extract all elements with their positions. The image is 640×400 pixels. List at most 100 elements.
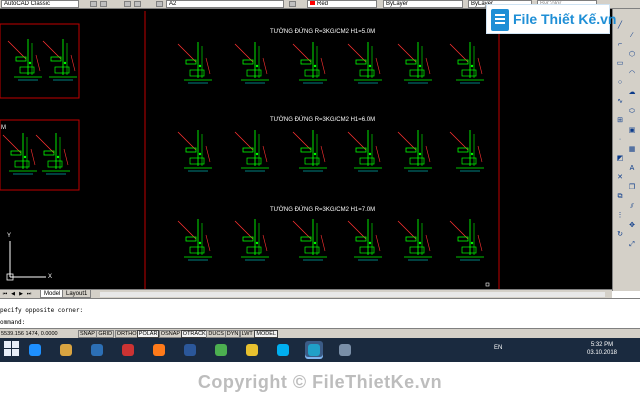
hatch-icon[interactable]: ▦ xyxy=(627,145,637,154)
wall-detail-r3-c3 xyxy=(292,219,327,261)
thumbnail-detail-4 xyxy=(35,133,70,175)
layer-freeze-icon[interactable] xyxy=(134,1,141,7)
point-icon[interactable]: · xyxy=(615,135,625,144)
wall-detail-r2-c4 xyxy=(347,130,382,172)
mirror-icon[interactable]: ⧉ xyxy=(615,192,625,201)
layer-state-icon[interactable] xyxy=(124,1,131,7)
rotate-icon[interactable]: ↻ xyxy=(615,230,625,239)
tab-layout1[interactable]: Layout1 xyxy=(62,290,92,298)
language-indicator[interactable]: EN xyxy=(494,345,502,351)
notepad-icon[interactable] xyxy=(88,341,106,359)
firefox-icon-glyph xyxy=(153,344,165,356)
tab-model[interactable]: Model xyxy=(40,290,65,298)
wall-detail-r2-c3 xyxy=(292,130,327,172)
command-prompt[interactable]: ommand: xyxy=(0,319,25,326)
command-window[interactable]: pecify opposite corner: ommand: xyxy=(0,298,640,328)
chrome-icon[interactable] xyxy=(243,341,261,359)
polygon-icon[interactable]: ⬡ xyxy=(627,50,637,59)
prev-tab-icon[interactable]: ◀ xyxy=(10,291,16,297)
rectangle-icon[interactable]: ▭ xyxy=(615,59,625,68)
make-block-icon[interactable]: ▣ xyxy=(627,126,637,135)
linetype-dropdown[interactable]: ByLayer xyxy=(383,0,463,8)
status-toggle-lwt[interactable]: LWT xyxy=(239,330,255,338)
offset-icon[interactable]: ⫽ xyxy=(627,202,637,211)
wall-detail-r1-c6 xyxy=(449,42,484,84)
thumbnail-detail-2 xyxy=(42,39,77,81)
unikey-icon[interactable] xyxy=(336,341,354,359)
clock-date: 03.10.2018 xyxy=(586,350,618,356)
firefox-icon[interactable] xyxy=(150,341,168,359)
chrome-icon-glyph xyxy=(246,344,258,356)
status-toggle-ortho[interactable]: ORTHO xyxy=(114,330,139,338)
draw-modify-toolbar: ╱ ∕ ⌐ ⬡ ▭ ◠ ○ ☁ ∿ ⬭ ⊞ ▣ · ▦ ◩ A ✕ ❐ ⧉ ⫽ ⋮ ✥ ↻ ⤢ xyxy=(612,9,640,291)
autocad-icon[interactable] xyxy=(305,341,323,359)
model-space-canvas[interactable]: TƯỜNG ĐỨNG R=3KG/CM2 H1=5.0M TƯỜNG ĐỨNG … xyxy=(0,9,612,289)
status-toggle-osnap[interactable]: OSNAP xyxy=(158,330,183,338)
wall-detail-r1-c2 xyxy=(234,42,269,84)
insert-block-icon[interactable]: ⊞ xyxy=(615,116,625,125)
taskbar-clock[interactable]: 5:32 PM 03.10.2018 xyxy=(586,341,618,357)
spline-icon[interactable]: ∿ xyxy=(615,97,625,106)
wall-detail-r3-c4 xyxy=(347,219,382,261)
make-current-icon[interactable] xyxy=(289,1,296,7)
crosshair-pickbox xyxy=(485,282,490,287)
start-button[interactable] xyxy=(4,341,20,357)
section-title-1: TƯỜNG ĐỨNG R=3KG/CM2 H1=5.0M xyxy=(270,29,376,35)
status-toggle-dyn[interactable]: DYN xyxy=(224,330,241,338)
polyline-icon[interactable]: ⌐ xyxy=(615,40,625,49)
horizontal-scrollbar[interactable] xyxy=(100,292,605,297)
array-icon[interactable]: ⋮ xyxy=(615,211,625,220)
ellipse-icon[interactable]: ⬭ xyxy=(627,107,637,116)
viewport-name-field[interactable]: A2 xyxy=(166,0,284,8)
multiline-text-icon[interactable]: A xyxy=(627,164,637,173)
internet-explorer-icon-glyph xyxy=(29,344,41,356)
circle-icon[interactable]: ○ xyxy=(615,78,625,87)
status-toggle-otrack[interactable]: OTRACK xyxy=(180,330,208,338)
line-icon[interactable]: ╱ xyxy=(615,21,625,30)
layer-lock-icon[interactable] xyxy=(156,1,163,7)
wall-detail-r3-c5 xyxy=(397,219,432,261)
workspace-settings-icon[interactable] xyxy=(90,1,97,7)
greenshot-icon[interactable] xyxy=(212,341,230,359)
copy-icon[interactable]: ❐ xyxy=(627,183,637,192)
wall-detail-r1-c5 xyxy=(397,42,432,84)
notepad-icon-glyph xyxy=(91,344,103,356)
workspace-dropdown[interactable]: AutoCAD Classic xyxy=(1,0,79,8)
autocad-icon-glyph xyxy=(308,344,320,356)
skype-icon[interactable] xyxy=(274,341,292,359)
wall-detail-r2-c2 xyxy=(234,130,269,172)
construction-line-icon[interactable]: ∕ xyxy=(627,31,637,40)
word-icon[interactable] xyxy=(181,341,199,359)
unikey-icon-glyph xyxy=(339,344,351,356)
side-label: M xyxy=(1,125,6,131)
copyright-text: Copyright © FileThietKe.vn xyxy=(197,372,443,392)
erase-icon[interactable]: ✕ xyxy=(615,173,625,182)
next-tab-icon[interactable]: ▶ xyxy=(18,291,24,297)
thumbnail-detail-3 xyxy=(2,133,37,175)
status-toggle-snap[interactable]: SNAP xyxy=(78,330,97,338)
status-toggle-ducs[interactable]: DUCS xyxy=(206,330,226,338)
status-toggle-model[interactable]: MODEL xyxy=(254,330,278,338)
skype-icon-glyph xyxy=(277,344,289,356)
layer-icon[interactable] xyxy=(100,1,107,7)
revision-cloud-icon[interactable]: ☁ xyxy=(627,88,637,97)
snagit-icon[interactable] xyxy=(119,341,137,359)
move-icon[interactable]: ✥ xyxy=(627,221,637,230)
status-toggle-grid[interactable]: GRID xyxy=(96,330,115,338)
scale-icon[interactable]: ⤢ xyxy=(627,240,637,249)
wall-detail-r3-c2 xyxy=(234,219,269,261)
color-dropdown[interactable]: Red xyxy=(307,0,377,8)
arc-icon[interactable]: ◠ xyxy=(627,69,637,78)
site-logo: File Thiết Kế.vn xyxy=(486,4,616,34)
internet-explorer-icon[interactable] xyxy=(26,341,44,359)
region-icon[interactable]: ◩ xyxy=(615,154,625,163)
status-toggle-polar[interactable]: POLAR xyxy=(136,330,160,338)
windows-logo-icon xyxy=(4,341,11,348)
wall-detail-r1-c4 xyxy=(347,42,382,84)
first-tab-icon[interactable]: ⏮ xyxy=(2,291,8,297)
last-tab-icon[interactable]: ⏭ xyxy=(26,291,32,297)
library-icon[interactable] xyxy=(57,341,75,359)
status-bar: 5539.156 1474, 0.0000 SNAP GRID ORTHO POLAR… xyxy=(0,328,640,338)
library-icon-glyph xyxy=(60,344,72,356)
thumbnail-detail-1 xyxy=(7,39,42,81)
